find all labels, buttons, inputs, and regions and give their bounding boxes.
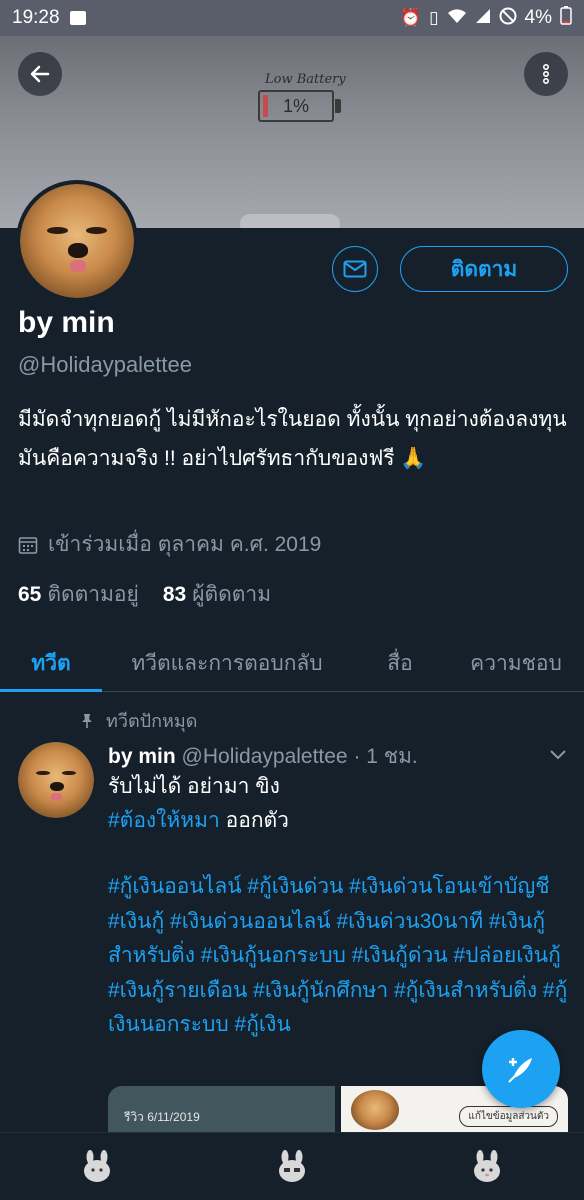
wifi-icon: [447, 8, 467, 29]
banner-battery-graphic: 1%: [258, 90, 334, 122]
tab-tweets-and-replies[interactable]: ทวีตและการตอบกลับ: [102, 636, 352, 691]
tweet-author-name: by min: [108, 745, 176, 768]
followers-label: ผู้ติดตาม: [192, 583, 272, 606]
following-count: 65: [18, 583, 42, 606]
media-review-caption: รีวิว 6/11/2019: [124, 1110, 200, 1124]
status-time: 19:28: [12, 7, 60, 28]
mail-icon: [343, 260, 367, 278]
banner-battery-level: 1%: [282, 95, 309, 116]
pinned-label: ทวีตปักหมุด: [106, 711, 198, 731]
dnd-icon: [499, 7, 517, 30]
tweet-line-1: รับไม่ได้ อย่ามา ขิง: [108, 775, 280, 798]
message-button[interactable]: [332, 246, 378, 292]
notifications-bunny-icon: [473, 1149, 500, 1182]
pinned-tweet-indicator: ทวีตปักหมุด: [80, 706, 197, 735]
dog-avatar-image: [20, 184, 134, 298]
profile-tabs: ทวีต ทวีตและการตอบกลับ สื่อ ความชอบ: [0, 636, 584, 692]
more-options-button[interactable]: [524, 52, 568, 96]
pin-icon: [82, 713, 92, 728]
chevron-down-icon: [550, 750, 566, 760]
vibrate-icon: ▯: [429, 8, 439, 27]
tab-likes[interactable]: ความชอบ: [448, 636, 584, 691]
profile-joined: เข้าร่วมเมื่อ ตุลาคม ค.ศ. 2019: [18, 528, 321, 561]
more-vertical-icon: [543, 63, 550, 84]
search-bunny-icon: [278, 1149, 305, 1182]
nav-notifications-button[interactable]: [465, 1145, 509, 1189]
tweet-line-2-text: ออกตัว: [219, 809, 289, 832]
dog-thumbnail-image: [351, 1090, 399, 1130]
tweet-author-handle: @Holidaypalettee: [181, 745, 348, 768]
back-button[interactable]: [18, 52, 62, 96]
follow-button[interactable]: ติดตาม: [400, 246, 568, 292]
profile-bio: มีมัดจำทุกยอดกู้ ไม่มีหักอะไรในยอด ทั้งน…: [18, 408, 567, 470]
banner-battery-tip: [335, 99, 341, 113]
dog-avatar-image: [18, 742, 94, 818]
following-label: ติดตามอยู่: [47, 583, 139, 606]
followers-count: 83: [162, 583, 187, 606]
media-image-review[interactable]: รีวิว 6/11/2019: [108, 1086, 335, 1136]
profile-avatar[interactable]: [16, 180, 138, 302]
nav-home-button[interactable]: [75, 1145, 119, 1189]
compose-tweet-button[interactable]: [482, 1030, 560, 1108]
tweet-author-avatar[interactable]: [18, 742, 94, 818]
media-edit-profile-label: แก้ไขข้อมูลส่วนตัว: [459, 1106, 558, 1127]
status-bar: 19:28 ⏰ ▯ 4%: [0, 0, 584, 36]
banner-cloud: [240, 214, 340, 228]
banner-low-battery-label: Low Battery: [265, 72, 346, 87]
calendar-icon: [18, 536, 38, 554]
tab-tweets[interactable]: ทวีต: [0, 636, 102, 692]
signal-icon: [475, 8, 491, 29]
battery-icon: [560, 5, 572, 31]
profile-stats: 65 ติดตามอยู่ 83 ผู้ติดตาม: [18, 578, 271, 611]
following-stat[interactable]: 65 ติดตามอยู่: [18, 578, 139, 611]
alarm-icon: ⏰: [400, 8, 422, 27]
status-icons: ⏰ ▯ 4%: [400, 5, 572, 31]
home-bunny-icon: [84, 1149, 111, 1182]
tab-media[interactable]: สื่อ: [352, 636, 448, 691]
compose-feather-icon: [508, 1058, 532, 1083]
arrow-left-icon: [30, 65, 50, 83]
tweet-menu-button[interactable]: [550, 744, 566, 765]
tweet-time: · 1 ชม.: [353, 745, 418, 768]
tweet-line-2: #ต้องให้หมา ออกตัว: [108, 804, 570, 838]
nav-search-button[interactable]: [270, 1145, 314, 1189]
battery-percent: 4%: [524, 7, 552, 28]
profile-name: by min: [18, 306, 115, 339]
banner-battery-fill: [263, 95, 268, 117]
profile-handle: @Holidaypalettee: [18, 352, 192, 377]
joined-date: เข้าร่วมเมื่อ ตุลาคม ค.ศ. 2019: [48, 533, 322, 556]
followers-stat[interactable]: 83 ผู้ติดตาม: [163, 578, 271, 611]
tweet-hashtags[interactable]: #กู้เงินออนไลน์ #กู้เงินด่วน #เงินด่วนโอ…: [108, 870, 570, 1043]
gallery-icon: [69, 11, 86, 25]
hashtag-link[interactable]: #ต้องให้หมา: [108, 809, 220, 832]
tweet-header: by min @Holidaypalettee · 1 ชม.: [108, 740, 418, 773]
bottom-navigation: [0, 1132, 584, 1200]
tweet-text: รับไม่ได้ อย่ามา ขิง #ต้องให้หมา ออกตัว: [108, 770, 570, 838]
